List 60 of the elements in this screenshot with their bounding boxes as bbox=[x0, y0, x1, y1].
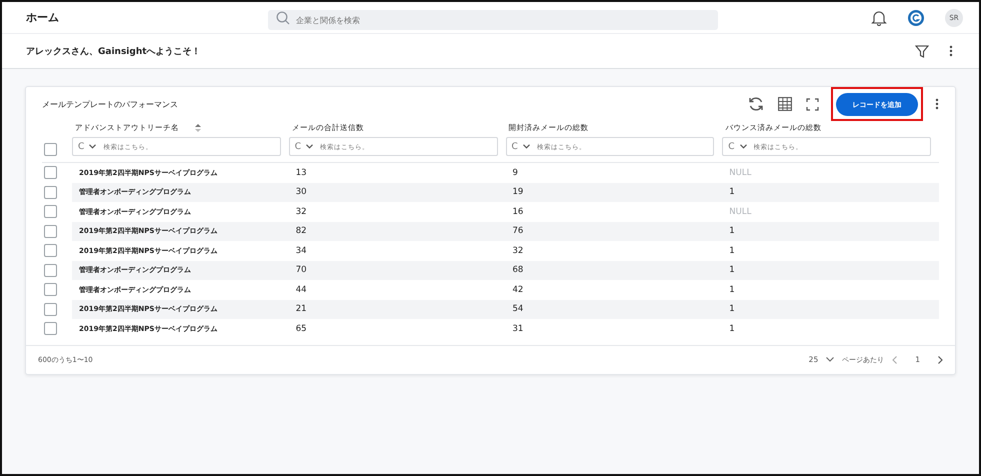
refresh-icon[interactable] bbox=[748, 96, 764, 112]
table-cell-text: 21 bbox=[294, 304, 308, 314]
row-checkbox[interactable] bbox=[44, 186, 57, 199]
operator-select[interactable]: C bbox=[728, 142, 735, 152]
chevron-down-icon[interactable] bbox=[740, 144, 747, 149]
sort-icon[interactable] bbox=[195, 124, 201, 132]
row-checkbox[interactable] bbox=[44, 302, 57, 316]
chevron-down-icon[interactable] bbox=[89, 144, 96, 149]
filter-icon[interactable] bbox=[915, 44, 929, 58]
welcome-text: アレックスさん、Gainsightへようこそ！ bbox=[26, 46, 201, 58]
fullscreen-icon[interactable] bbox=[806, 98, 819, 110]
table-cell-text: 30 bbox=[294, 187, 308, 198]
table-cell-text: 1 bbox=[728, 265, 736, 276]
table-cell-text: 44 bbox=[294, 284, 308, 295]
table-cell-text: 1 bbox=[728, 246, 736, 256]
row-checkbox[interactable] bbox=[44, 322, 57, 336]
table-icon[interactable] bbox=[778, 97, 792, 111]
row-checkbox[interactable] bbox=[44, 264, 57, 277]
page-title: ホーム bbox=[26, 10, 60, 25]
operator-select[interactable]: C bbox=[78, 142, 84, 152]
row-checkbox[interactable] bbox=[44, 224, 57, 238]
table-cell-text: 32 bbox=[294, 206, 308, 217]
table-cell-text: 1 bbox=[728, 324, 736, 334]
chevron-down-icon[interactable] bbox=[826, 357, 834, 362]
table-cell-text: 1 bbox=[728, 304, 736, 314]
row-checkbox[interactable] bbox=[44, 205, 57, 218]
table-cell-text: 19 bbox=[512, 187, 524, 198]
bell-icon[interactable] bbox=[871, 9, 887, 26]
table-cell-text: 13 bbox=[294, 168, 308, 178]
more-icon[interactable] bbox=[949, 45, 953, 57]
search-field[interactable]: 企業と関係を検索 bbox=[268, 10, 718, 30]
table-cell-text: 1 bbox=[728, 226, 736, 236]
row-checkbox[interactable] bbox=[44, 244, 57, 258]
table-cell-text: 31 bbox=[512, 324, 524, 334]
table-cell-text: 32 bbox=[512, 246, 524, 256]
table-cell-text: 65 bbox=[294, 324, 308, 334]
table-cell-text: 70 bbox=[294, 265, 308, 276]
table-cell-text: 16 bbox=[512, 206, 524, 217]
table-cell-text: 68 bbox=[512, 265, 524, 276]
table-cell-text: NULL bbox=[728, 206, 752, 217]
widget-title: メールテンプレートのパフォーマンス bbox=[42, 98, 178, 110]
table-cell-text: 82 bbox=[294, 226, 308, 236]
more-icon[interactable] bbox=[935, 98, 939, 110]
chevron-down-icon[interactable] bbox=[306, 144, 314, 149]
select-all-checkbox[interactable] bbox=[44, 143, 57, 156]
table-cell-text: 76 bbox=[512, 226, 524, 236]
table-cell-text: 1 bbox=[728, 187, 736, 198]
chevron-down-icon[interactable] bbox=[522, 144, 530, 149]
table-cell-text: 9 bbox=[512, 168, 519, 178]
table-cell-text: 1 bbox=[728, 284, 736, 295]
table-cell-text: 54 bbox=[512, 304, 524, 314]
operator-select[interactable]: C bbox=[512, 142, 518, 152]
operator-select[interactable]: C bbox=[294, 142, 302, 152]
logo-icon[interactable] bbox=[907, 8, 925, 26]
table-cell-text: 42 bbox=[512, 284, 524, 295]
row-checkbox[interactable] bbox=[44, 283, 57, 296]
chevron-right-icon[interactable] bbox=[938, 356, 943, 364]
row-checkbox[interactable] bbox=[44, 166, 57, 180]
table-cell-text: 34 bbox=[294, 246, 308, 256]
table-cell-text: NULL bbox=[728, 168, 752, 178]
